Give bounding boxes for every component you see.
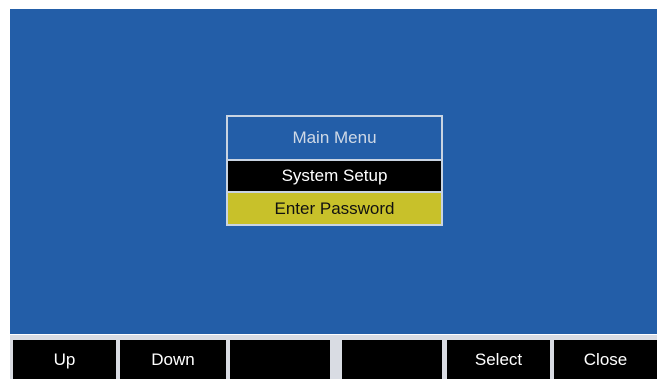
softkey-up-button[interactable]: Up (13, 340, 116, 379)
softkey-select-button[interactable]: Select (447, 340, 550, 379)
softkey-3-button[interactable] (230, 340, 330, 379)
menu-title: Main Menu (292, 128, 377, 147)
menu-item-system-setup[interactable]: System Setup (228, 159, 441, 191)
softkey-4-button[interactable] (342, 340, 442, 379)
softkey-close-button[interactable]: Close (554, 340, 657, 379)
menu-item-enter-password[interactable]: Enter Password (228, 191, 441, 224)
device-frame: Main Menu System Setup Enter Password Up… (0, 0, 660, 379)
softkey-down-button[interactable]: Down (120, 340, 226, 379)
main-menu-dialog: Main Menu System Setup Enter Password (226, 115, 443, 226)
